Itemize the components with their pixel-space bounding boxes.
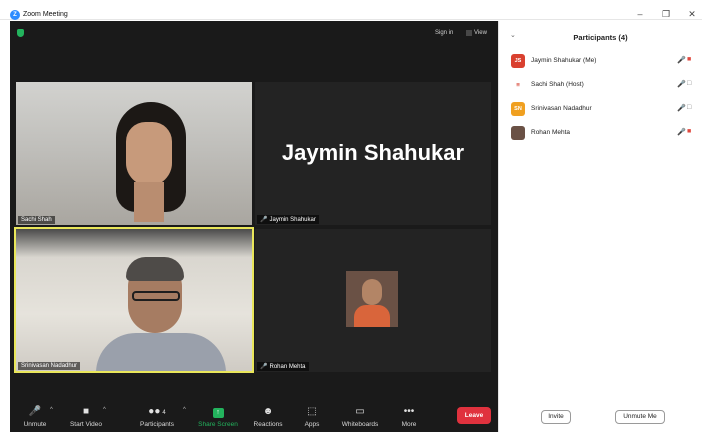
sign-in-link[interactable]: Sign in <box>435 30 453 36</box>
minimize-icon[interactable]: – <box>630 8 650 20</box>
participant-row[interactable]: JS Jaymin Shahukar (Me) 🎤 ■ <box>511 54 701 72</box>
participants-panel: ⌄ Participants (4) JS Jaymin Shahukar (M… <box>498 21 702 432</box>
more-icon: ••• <box>403 406 415 417</box>
avatar <box>346 271 398 327</box>
muted-mic-icon: 🎤 <box>260 364 268 370</box>
mic-talking-icon[interactable]: 🎤 <box>677 104 686 112</box>
participant-row[interactable]: Rohan Mehta 🎤 ■ <box>511 126 701 144</box>
window-title: Zoom Meeting <box>23 11 68 18</box>
participant-row[interactable]: SN Srinivasan Nadadhur 🎤 □ <box>511 102 701 120</box>
participant-name: Jaymin Shahukar (Me) <box>531 57 597 64</box>
close-icon[interactable]: ✕ <box>682 8 702 20</box>
participant-name-display: Jaymin Shahukar <box>281 140 465 165</box>
video-tile-jaymin[interactable]: Jaymin Shahukar 🎤 Jaymin Shahukar <box>255 82 491 225</box>
more-button[interactable]: ••• More <box>381 405 437 431</box>
camera-icon[interactable]: □ <box>687 80 691 87</box>
shield-icon[interactable] <box>17 29 24 37</box>
participants-count: 4 <box>162 410 166 416</box>
camera-off-icon[interactable]: ■ <box>687 128 691 135</box>
participant-name: Srinivasan Nadadhur <box>531 105 592 112</box>
video-tile-rohan[interactable]: 🎤 Rohan Mehta <box>255 229 491 372</box>
participant-row[interactable]: ☰ Sachi Shah (Host) 🎤 □ <box>511 78 701 96</box>
unmute-options-chevron-icon[interactable]: ^ <box>50 407 53 413</box>
whiteboard-icon: ▭ <box>355 406 365 417</box>
zoom-icon: Z <box>10 10 20 20</box>
view-button[interactable]: View <box>474 30 487 36</box>
participant-name: Rohan Mehta <box>531 129 571 136</box>
avatar <box>511 126 525 140</box>
window-titlebar: Z Zoom Meeting – ❐ ✕ <box>0 0 702 20</box>
participants-options-chevron-icon[interactable]: ^ <box>183 407 186 413</box>
participants-icon: ●● <box>148 406 161 417</box>
restore-icon[interactable]: ❐ <box>656 8 676 20</box>
video-tile-sachi[interactable]: Sachi Shah <box>16 82 252 225</box>
camera-off-icon[interactable]: ■ <box>687 56 691 63</box>
tile-name-label: 🎤 Jaymin Shahukar <box>257 215 319 224</box>
mic-muted-icon[interactable]: 🎤 <box>677 56 686 64</box>
whiteboards-button[interactable]: ▭ Whiteboards <box>332 405 388 431</box>
participant-name: Sachi Shah (Host) <box>531 81 584 88</box>
share-screen-icon: ↑ <box>212 408 224 418</box>
panel-title: Participants (4) <box>573 33 628 42</box>
unmute-me-button[interactable]: Unmute Me <box>615 410 665 424</box>
muted-mic-icon: 🎤 <box>260 217 268 223</box>
avatar: ☰ <box>511 78 525 92</box>
tile-name-label: 🎤 Rohan Mehta <box>257 362 309 371</box>
invite-button[interactable]: Invite <box>541 410 571 424</box>
mic-off-icon: 🎤 <box>28 406 42 417</box>
mic-muted-icon[interactable]: 🎤 <box>677 128 686 136</box>
tile-name-label: Srinivasan Nadadhur <box>18 362 81 370</box>
avatar: SN <box>511 102 525 116</box>
share-screen-button[interactable]: ↑ Share Screen <box>190 405 246 431</box>
meeting-area: Sign in View Sachi Shah Jaymin Shahukar … <box>10 21 498 432</box>
leave-button[interactable]: Leave <box>457 407 491 424</box>
grid-view-icon[interactable] <box>466 30 472 36</box>
avatar: JS <box>511 54 525 68</box>
mic-icon[interactable]: 🎤 <box>677 80 686 88</box>
tile-name-label: Sachi Shah <box>18 216 55 224</box>
video-options-chevron-icon[interactable]: ^ <box>103 407 106 413</box>
unmute-button[interactable]: 🎤 Unmute <box>7 405 63 431</box>
video-tile-srinivasan[interactable]: Srinivasan Nadadhur <box>14 227 254 373</box>
camera-icon[interactable]: □ <box>687 104 691 111</box>
participants-button[interactable]: ●● 4 Participants <box>129 405 185 431</box>
video-feed <box>96 333 226 371</box>
